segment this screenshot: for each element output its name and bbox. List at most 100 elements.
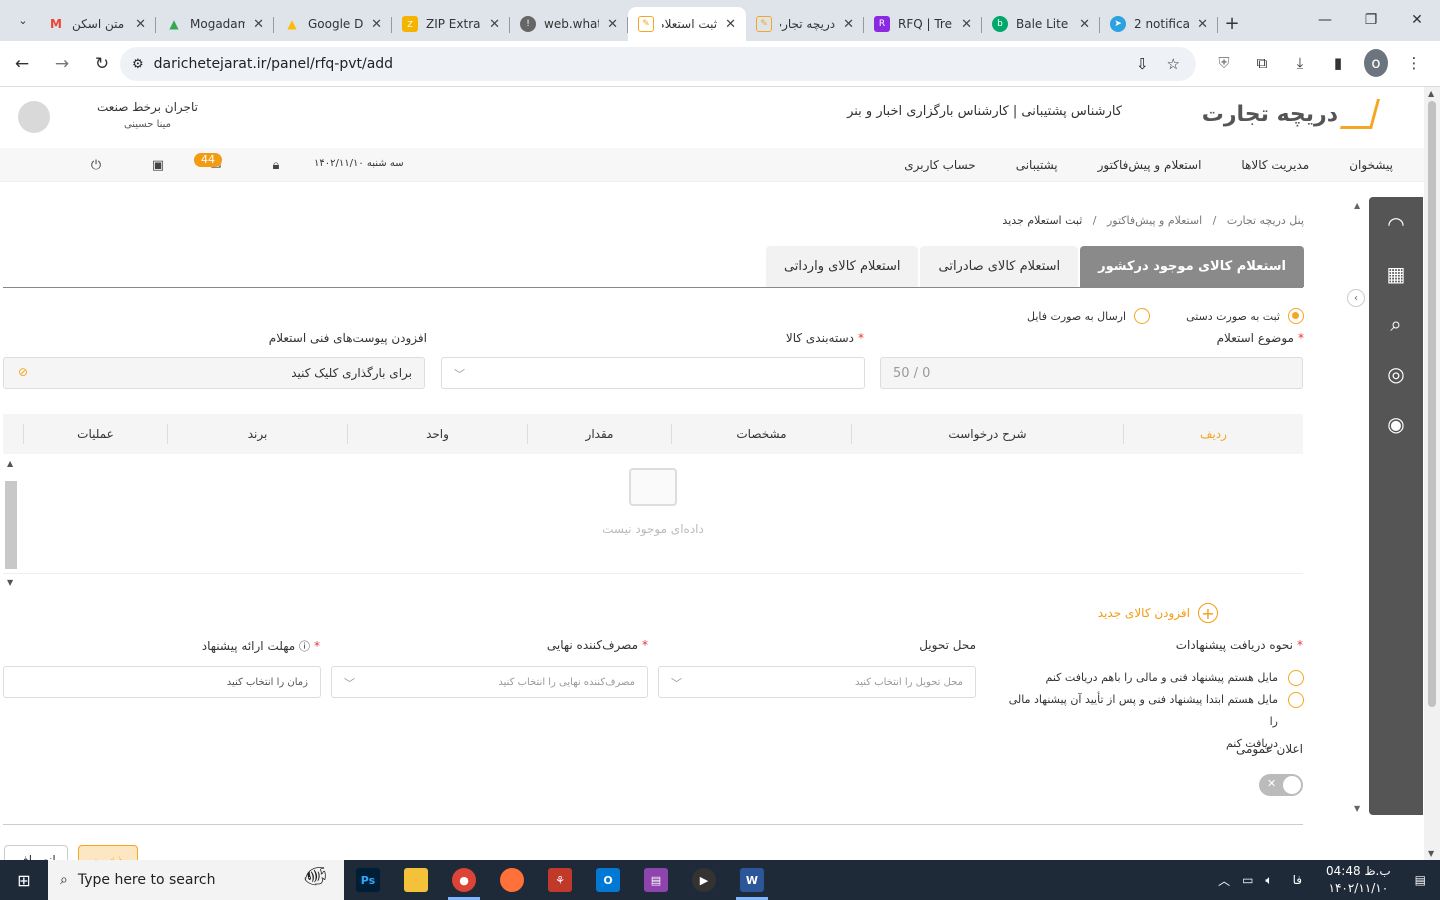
browser-tab-active[interactable]: ✎ ثبت استعلام ✕ [628, 7, 746, 41]
browser-tab[interactable]: Z ZIP Extractor ✕ [392, 7, 510, 41]
profile-avatar[interactable]: o [1364, 49, 1388, 77]
clock[interactable]: 04:48 ب.ظ ۱۴۰۲/۱۱/۱۰ [1316, 863, 1401, 897]
tab-import[interactable]: استعلام کالای وارداتی [765, 246, 919, 287]
menu-item-dashboard[interactable]: پیشخوان [1349, 158, 1393, 172]
scroll-down-icon[interactable]: ▼ [7, 578, 13, 587]
back-icon[interactable]: ← [4, 46, 40, 82]
notification-center-icon[interactable]: ▤ [1401, 873, 1440, 887]
extensions-puzzle-icon[interactable]: ⧉ [1250, 49, 1274, 77]
restore-icon[interactable]: ❐ [1348, 0, 1394, 40]
receive-label-text: نحوه دریافت پیشنهادات [1175, 638, 1293, 652]
clock-time: 04:48 ب.ظ [1326, 864, 1391, 878]
scroll-down-icon[interactable]: ▼ [1428, 849, 1434, 858]
scroll-up-icon[interactable]: ▲ [7, 459, 13, 468]
url-text[interactable]: darichetejarat.ir/panel/rfq-pvt/add [154, 56, 393, 72]
delivery-select[interactable]: محل تحویل را انتخاب کنید ﹀ [658, 666, 976, 698]
rfq-tabs: استعلام کالای موجود درکشور استعلام کالای… [765, 246, 1304, 287]
taskbar-search[interactable]: ⌕ Type here to search 🐠︎ [48, 860, 344, 900]
app-icon[interactable]: ⚘ [536, 860, 584, 900]
chrome-icon[interactable]: ● [440, 860, 488, 900]
scroll-down-icon[interactable]: ▼ [1354, 804, 1360, 813]
browser-tab[interactable]: R RFQ | Trello ✕ [864, 7, 982, 41]
bookmark-star-icon[interactable]: ☆ [1167, 55, 1180, 73]
radio-file[interactable]: ارسال به صورت فایل [1027, 308, 1151, 324]
page-scrollbar[interactable]: ▲ ▼ [1424, 87, 1440, 860]
url-bar[interactable]: ⚙ darichetejarat.ir/panel/rfq-pvt/add ⇩ … [120, 47, 1196, 81]
download-icon[interactable]: ⤓ [1288, 49, 1312, 77]
firefox-icon[interactable] [488, 860, 536, 900]
windows-start-icon[interactable]: ⊞ [0, 860, 48, 900]
public-announcement-toggle[interactable]: ✕ [1259, 774, 1303, 796]
close-window-icon[interactable]: ✕ [1394, 0, 1440, 40]
chevron-up-icon[interactable]: ︿ [1212, 872, 1236, 889]
tab-search-dropdown[interactable]: ⌄ [8, 5, 38, 35]
consumer-select[interactable]: مصرف‌کننده نهایی را انتخاب کنید ﹀ [331, 666, 648, 698]
word-icon[interactable]: W [728, 860, 776, 900]
close-icon[interactable]: ✕ [1079, 17, 1090, 32]
inner-scrollbar[interactable]: ▲ ▼ [1352, 197, 1364, 815]
close-icon[interactable]: ✕ [135, 17, 146, 32]
extensions-area: ⛨ ⧉ ⤓ ▮ o ⋮ [1212, 49, 1440, 77]
attach-placeholder: برای بارگذاری کلیک کنید [291, 366, 412, 380]
cancel-button[interactable]: انصراف [4, 845, 68, 860]
browser-tab[interactable]: M متن اسکن ✕ [38, 7, 156, 41]
user-circle-icon[interactable]: ◉ [1369, 399, 1423, 449]
network-icon[interactable]: ▭ [1236, 873, 1259, 887]
close-icon[interactable]: ✕ [725, 17, 736, 32]
close-icon[interactable]: ✕ [253, 17, 264, 32]
attach-upload[interactable]: برای بارگذاری کلیک کنید ⊘ [3, 357, 425, 389]
outlook-icon[interactable]: O [584, 860, 632, 900]
tab-domestic[interactable]: استعلام کالای موجود درکشور [1080, 246, 1304, 287]
search-doc-icon[interactable]: ⌕ [1369, 299, 1423, 349]
shield-icon[interactable]: ⛨ [1212, 49, 1236, 77]
close-icon[interactable]: ✕ [607, 17, 618, 32]
media-player-icon[interactable]: ▶ [680, 860, 728, 900]
close-icon[interactable]: ✕ [489, 17, 500, 32]
forward-icon[interactable]: → [44, 46, 80, 82]
support-chat-icon[interactable]: ◎ [1369, 349, 1423, 399]
tab-export[interactable]: استعلام کالای صادراتی [920, 246, 1079, 287]
table-scrollbar[interactable]: ▲ ▼ [4, 459, 18, 587]
gmail-icon: M [50, 17, 62, 31]
close-icon[interactable]: ✕ [843, 17, 854, 32]
products-icon[interactable]: ▦ [1369, 249, 1423, 299]
save-button[interactable]: ذخیره [78, 845, 138, 860]
scroll-thumb[interactable] [1428, 101, 1436, 707]
site-settings-icon[interactable]: ⚙ [132, 57, 144, 72]
volume-icon[interactable]: 🔈︎ [1259, 873, 1278, 888]
scroll-up-icon[interactable]: ▲ [1354, 201, 1360, 210]
chevron-down-icon: ﹀ [344, 677, 355, 690]
subject-input[interactable]: 50 / 0 [880, 357, 1303, 389]
breadcrumb-section[interactable]: استعلام و پیش‌فاکتور [1107, 214, 1202, 227]
photoshop-icon[interactable]: Ps [344, 860, 392, 900]
receive-option-1[interactable]: مایل هستم پیشنهاد فنی و مالی را باهم دری… [1046, 667, 1304, 689]
radio-manual[interactable]: ثبت به صورت دستی [1186, 308, 1304, 324]
scroll-thumb[interactable] [5, 481, 17, 569]
browser-tab[interactable]: ➤ 2 notifications ✕ [1100, 7, 1218, 41]
browser-tab[interactable]: b Bale Lite ✕ [982, 7, 1100, 41]
speedometer-icon[interactable]: ◠ [1369, 199, 1423, 249]
close-icon[interactable]: ✕ [371, 17, 382, 32]
file-explorer-icon[interactable] [392, 860, 440, 900]
deadline-picker[interactable]: زمان را انتخاب کنید [3, 666, 321, 698]
side-panel-icon[interactable]: ▮ [1326, 49, 1350, 77]
category-select[interactable]: ﹀ [441, 357, 865, 389]
minimize-icon[interactable]: — [1302, 0, 1348, 40]
install-app-icon[interactable]: ⇩ [1136, 55, 1149, 73]
more-menu-icon[interactable]: ⋮ [1402, 49, 1426, 77]
windows-taskbar: ⊞ ⌕ Type here to search 🐠︎ Ps ● ⚘ O ▤ ▶ … [0, 860, 1440, 900]
close-icon[interactable]: ✕ [1197, 17, 1208, 32]
winrar-icon[interactable]: ▤ [632, 860, 680, 900]
browser-tab[interactable]: ✎ دریچه تجارت ✕ [746, 7, 864, 41]
browser-tab[interactable]: ▲ Google Drive ✕ [274, 7, 392, 41]
scroll-up-icon[interactable]: ▲ [1428, 89, 1434, 98]
new-tab-button[interactable]: + [1218, 8, 1246, 38]
help-circle-icon[interactable]: ⓘ [299, 640, 310, 653]
browser-tab[interactable]: ! web.whatsapp ✕ [510, 7, 628, 41]
browser-tab[interactable]: ▲ Mogadam ✕ [156, 7, 274, 41]
language-indicator[interactable]: فا [1279, 873, 1316, 887]
close-icon[interactable]: ✕ [961, 17, 972, 32]
add-product-button[interactable]: + افزودن کالای جدید [1098, 603, 1218, 623]
reload-icon[interactable]: ↻ [84, 46, 120, 82]
breadcrumb-home[interactable]: پنل دریچه تجارت [1227, 214, 1304, 227]
